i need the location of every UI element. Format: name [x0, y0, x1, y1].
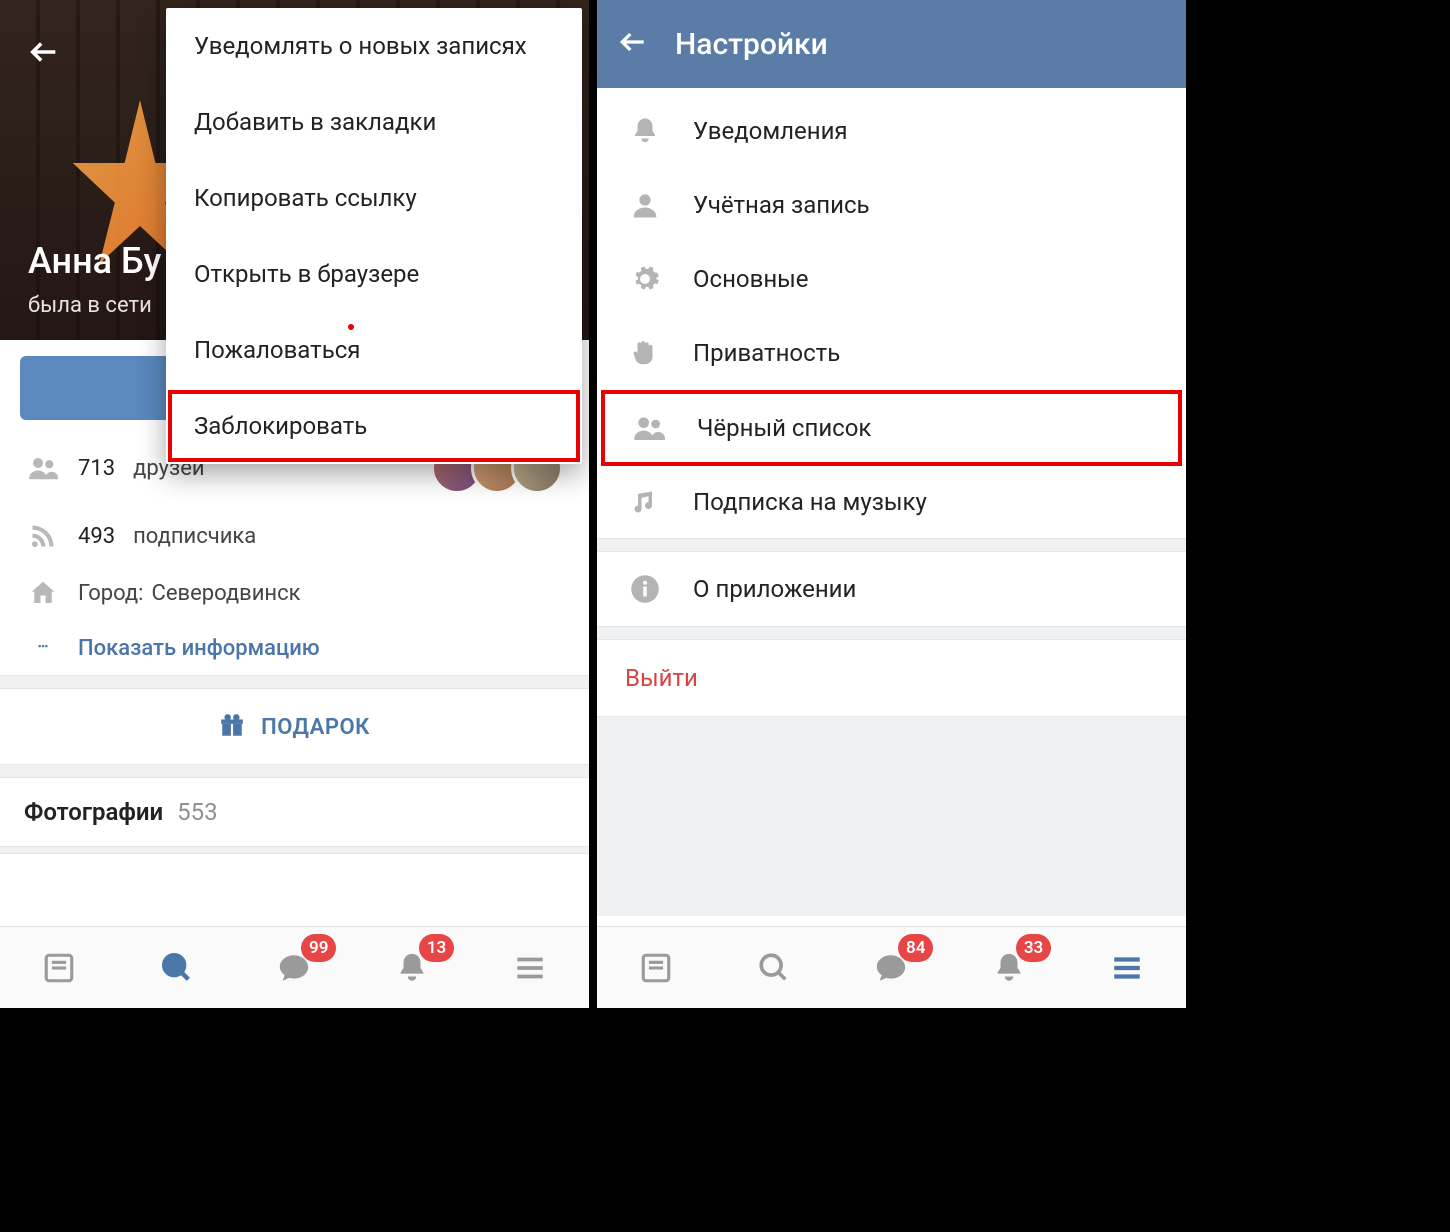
divider: [597, 626, 1186, 640]
city-row[interactable]: Город: Северодвинск: [0, 564, 589, 622]
logout-button[interactable]: Выйти: [597, 640, 1186, 716]
profile-name: Анна Бу: [28, 240, 161, 282]
search-icon: [757, 951, 791, 985]
settings-item-label: Приватность: [693, 339, 840, 367]
settings-music[interactable]: Подписка на музыку: [597, 466, 1186, 538]
menu-open-browser[interactable]: Открыть в браузере: [166, 236, 582, 312]
profile-screen: Анна Бу была в сети Сообщ 713 друзей 493…: [0, 0, 593, 1008]
nav-feed[interactable]: [31, 940, 87, 996]
menu-copy-link[interactable]: Копировать ссылку: [166, 160, 582, 236]
back-button[interactable]: [20, 28, 68, 76]
info-icon: [625, 574, 665, 604]
arrow-left-icon: [27, 35, 61, 69]
last-seen-text: была в сети: [28, 293, 152, 318]
search-icon: [160, 951, 194, 985]
bell-icon: [625, 116, 665, 146]
music-icon: [625, 488, 665, 516]
show-info-label: Показать информацию: [78, 636, 320, 661]
hamburger-icon: [513, 951, 547, 985]
messages-badge: 84: [898, 934, 933, 962]
home-icon: [26, 578, 60, 608]
nav-menu[interactable]: [1099, 940, 1155, 996]
city-label: Город:: [78, 581, 144, 606]
more-icon: [26, 644, 60, 654]
feed-icon: [42, 951, 76, 985]
annotation-dot: [348, 324, 354, 330]
gear-icon: [625, 264, 665, 294]
back-button[interactable]: [617, 26, 649, 62]
hand-icon: [625, 338, 665, 368]
photos-row[interactable]: Фотографии 553: [0, 778, 589, 846]
nav-menu[interactable]: [502, 940, 558, 996]
menu-report[interactable]: Пожаловаться: [166, 312, 582, 388]
gift-icon: [219, 715, 251, 740]
rss-icon: [26, 522, 60, 550]
menu-block[interactable]: Заблокировать: [166, 388, 582, 464]
settings-item-label: Подписка на музыку: [693, 488, 927, 516]
subscribers-count: 493: [78, 524, 115, 549]
subscribers-row[interactable]: 493 подписчика: [0, 508, 589, 564]
photos-label: Фотографии: [24, 798, 163, 826]
nav-feed[interactable]: [628, 940, 684, 996]
settings-item-label: Основные: [693, 265, 809, 293]
settings-screen: Настройки Уведомления Учётная запись Осн…: [593, 0, 1186, 1008]
photos-count: 553: [177, 798, 217, 826]
divider: [0, 675, 589, 689]
nav-messages[interactable]: 84: [863, 940, 919, 996]
nav-search[interactable]: [746, 940, 802, 996]
gift-label: ПОДАРОК: [261, 715, 370, 740]
settings-general[interactable]: Основные: [597, 242, 1186, 316]
messages-badge: 99: [301, 934, 336, 962]
show-info-row[interactable]: Показать информацию: [0, 622, 589, 675]
hamburger-icon: [1110, 951, 1144, 985]
settings-item-label: Уведомления: [693, 117, 848, 145]
settings-notifications[interactable]: Уведомления: [597, 94, 1186, 168]
appbar: Настройки: [597, 0, 1186, 88]
feed-icon: [639, 951, 673, 985]
nav-notifications[interactable]: 33: [981, 940, 1037, 996]
city-value: Северодвинск: [152, 581, 301, 606]
divider: [0, 764, 589, 778]
menu-notify[interactable]: Уведомлять о новых записях: [166, 8, 582, 84]
gift-button[interactable]: ПОДАРОК: [0, 689, 589, 764]
people-icon: [629, 412, 669, 444]
appbar-title: Настройки: [675, 27, 828, 62]
divider: [597, 716, 1186, 916]
settings-privacy[interactable]: Приватность: [597, 316, 1186, 390]
notifications-badge: 13: [419, 934, 454, 962]
settings-item-label: Чёрный список: [697, 414, 871, 442]
subscribers-label: подписчика: [133, 524, 256, 549]
settings-about[interactable]: О приложении: [597, 552, 1186, 626]
nav-search[interactable]: [149, 940, 205, 996]
divider: [0, 846, 589, 854]
nav-messages[interactable]: 99: [266, 940, 322, 996]
arrow-left-icon: [617, 26, 649, 58]
person-icon: [625, 190, 665, 220]
divider: [597, 538, 1186, 552]
settings-item-label: Учётная запись: [693, 191, 870, 219]
settings-blacklist[interactable]: Чёрный список: [601, 390, 1182, 466]
bottom-nav: 84 33: [597, 926, 1186, 1008]
friends-count: 713: [78, 456, 115, 481]
settings-account[interactable]: Учётная запись: [597, 168, 1186, 242]
context-menu: Уведомлять о новых записях Добавить в за…: [166, 8, 582, 464]
settings-list: Уведомления Учётная запись Основные Прив…: [597, 88, 1186, 916]
menu-bookmark[interactable]: Добавить в закладки: [166, 84, 582, 160]
bottom-nav: 99 13: [0, 926, 589, 1008]
nav-notifications[interactable]: 13: [384, 940, 440, 996]
notifications-badge: 33: [1016, 934, 1051, 962]
settings-item-label: О приложении: [693, 575, 856, 603]
friends-icon: [26, 453, 60, 483]
